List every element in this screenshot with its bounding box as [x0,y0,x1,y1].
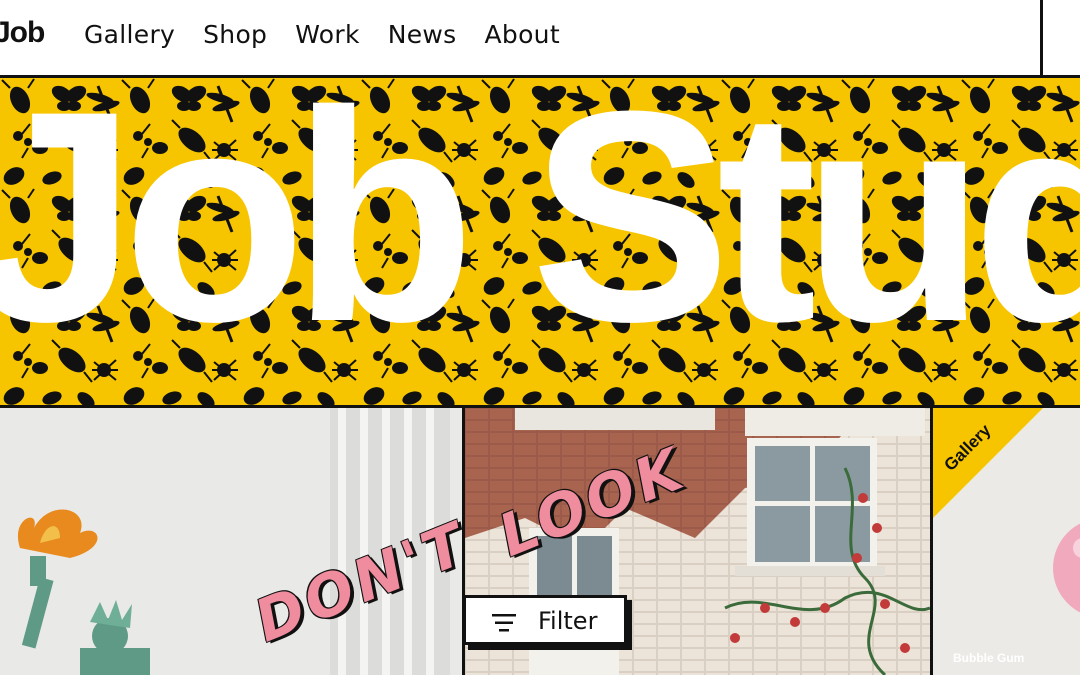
filter-label: Filter [538,607,598,635]
hero-title: Job Studio [0,78,1080,384]
project-card-statue[interactable]: DON'T [0,408,462,675]
nav-divider [1040,0,1043,78]
nav-item-about[interactable]: About [485,20,560,49]
card-caption: Bubble Gum [953,651,1025,665]
nav-item-news[interactable]: News [388,20,457,49]
nav-item-shop[interactable]: Shop [203,20,267,49]
project-card-bubble-gum[interactable]: Gallery Bubble Gum [933,408,1080,675]
hero-banner: Job Studio [0,78,1080,408]
main-menu: Gallery Shop Work News About [84,20,560,49]
filter-button[interactable]: Filter [463,595,627,645]
top-nav: Job Gallery Shop Work News About [0,0,1080,78]
nav-item-gallery[interactable]: Gallery [84,20,175,49]
filter-lines-icon [492,614,516,632]
nav-item-work[interactable]: Work [295,20,360,49]
site-logo[interactable]: Job [0,16,45,50]
